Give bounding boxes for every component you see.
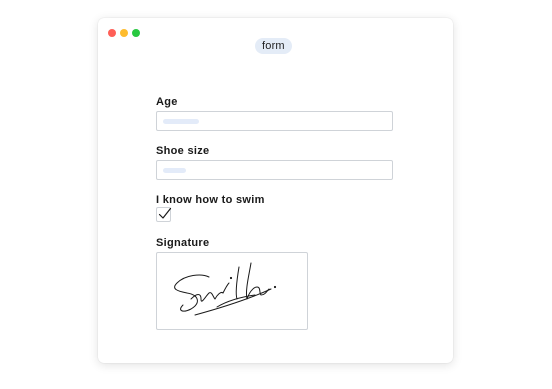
swim-label: I know how to swim [156, 194, 265, 206]
shoe-size-placeholder-bar [163, 168, 186, 173]
form-window: form Age Shoe size I know how to swim Si… [98, 18, 453, 363]
signature-pad[interactable] [156, 252, 308, 330]
shoe-size-input[interactable] [156, 160, 393, 180]
minimize-icon[interactable] [120, 29, 128, 37]
signature-label: Signature [156, 237, 210, 249]
checkmark-icon [158, 207, 172, 219]
signature-drawing [174, 262, 277, 316]
age-placeholder-bar [163, 119, 199, 124]
close-icon[interactable] [108, 29, 116, 37]
maximize-icon[interactable] [132, 29, 140, 37]
shoe-size-label: Shoe size [156, 145, 210, 157]
age-label: Age [156, 96, 178, 108]
swim-checkbox[interactable] [156, 207, 172, 222]
age-input[interactable] [156, 111, 393, 131]
window-controls [108, 29, 140, 37]
window-title: form [255, 38, 292, 54]
